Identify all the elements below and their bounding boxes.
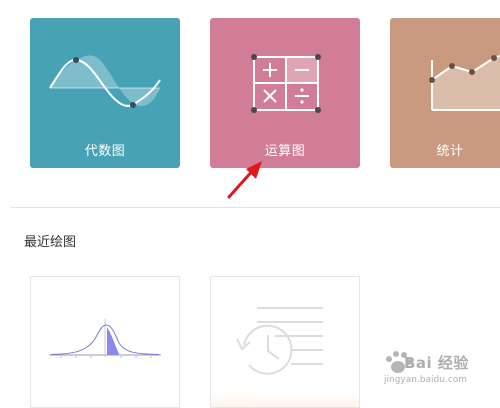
watermark-url: jingyan.baidu.com	[384, 375, 468, 385]
watermark-brand: Bai 经验	[404, 354, 469, 372]
tile-algebra-label: 代数图	[84, 144, 126, 159]
normal-distribution-thumbnail	[49, 319, 161, 358]
tile-operation-graph[interactable]: 运算图	[210, 18, 360, 168]
recent-drawings-title: 最近绘图	[24, 235, 77, 250]
red-pointer-arrow	[227, 161, 262, 199]
recent-history-card[interactable]	[210, 276, 360, 408]
tile-statistics[interactable]: 统计	[390, 18, 500, 168]
history-clock-icon	[236, 307, 323, 375]
recent-drawing-card[interactable]	[30, 276, 180, 408]
tile-statistics-label: 统计	[436, 144, 464, 159]
tile-algebra-graph[interactable]: 代数图	[30, 18, 180, 168]
baidu-watermark: Bai 经验 jingyan.baidu.com	[378, 347, 490, 397]
section-divider	[10, 207, 500, 208]
